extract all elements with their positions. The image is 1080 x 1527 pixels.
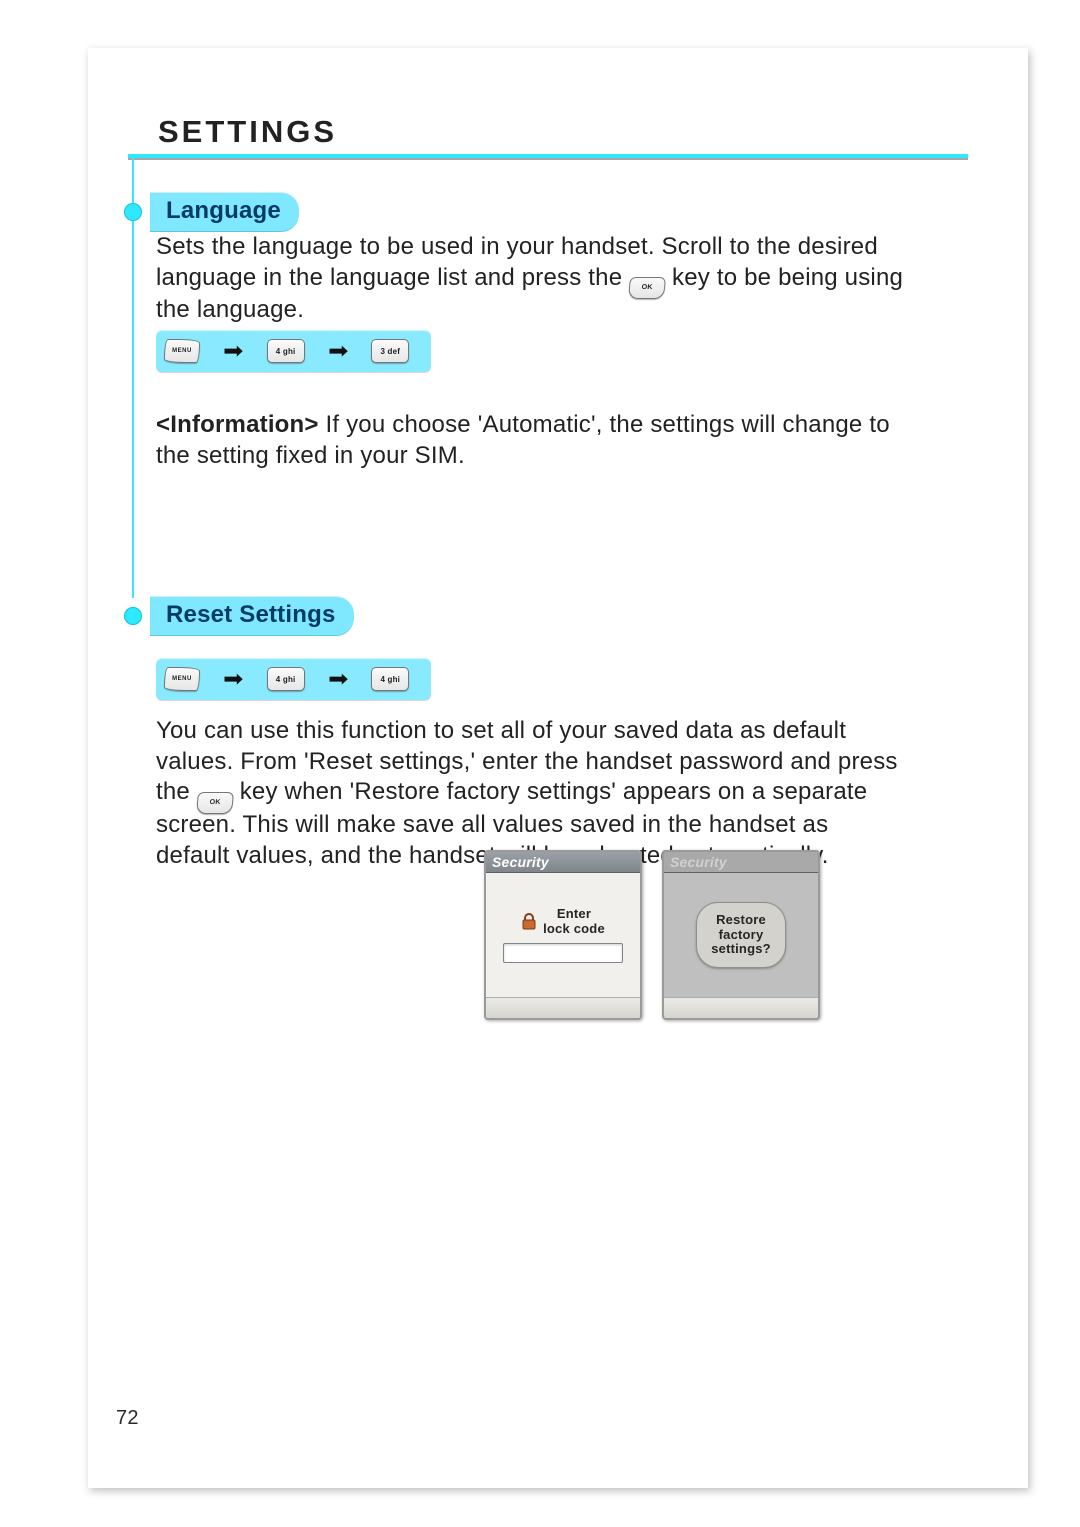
- manual-page: SETTINGS Language Sets the language to b…: [88, 48, 1028, 1488]
- language-info: <Information> If you choose 'Automatic',…: [156, 410, 908, 471]
- section-heading-label: Language: [150, 192, 299, 232]
- section-heading-reset: Reset Settings: [124, 596, 354, 636]
- phone-title: Security: [486, 852, 640, 873]
- key-label: 4 ghi: [276, 675, 296, 684]
- key-label: 4 ghi: [276, 347, 296, 356]
- text: Restore: [716, 912, 766, 927]
- section-heading-language: Language: [124, 192, 299, 232]
- digit-key-icon: 4 ghi: [267, 667, 305, 691]
- key-sequence-reset: MENU ➡ 4 ghi ➡ 4 ghi: [156, 658, 431, 700]
- phone-body: Restore factory settings?: [664, 873, 818, 997]
- menu-key-icon: MENU: [164, 667, 200, 691]
- key-label: MENU: [172, 348, 192, 354]
- lock-code-input[interactable]: [503, 943, 623, 963]
- language-body: Sets the language to be used in your han…: [156, 232, 908, 326]
- digit-key-icon: 4 ghi: [267, 339, 305, 363]
- text: lock code: [543, 921, 605, 936]
- phone-screenshots: Security Enter lock code: [484, 850, 820, 1020]
- phone-softkey-bar: [486, 997, 640, 1018]
- digit-key-icon: 3 def: [371, 339, 409, 363]
- phone-softkey-bar: [664, 997, 818, 1018]
- phone-screenshot-confirm-restore: Security Restore factory settings?: [662, 850, 820, 1020]
- key-label: 3 def: [380, 347, 400, 356]
- ok-key-icon: OK: [629, 277, 665, 299]
- info-label: <Information>: [156, 411, 319, 438]
- menu-key-icon: MENU: [164, 339, 200, 363]
- header-rule: [128, 154, 968, 158]
- digit-key-icon: 4 ghi: [371, 667, 409, 691]
- bullet-icon: [124, 607, 142, 625]
- phone-body: Enter lock code: [486, 873, 640, 997]
- key-sequence-language: MENU ➡ 4 ghi ➡ 3 def: [156, 330, 431, 372]
- arrow-right-icon: ➡: [328, 666, 349, 692]
- text: settings?: [711, 941, 771, 956]
- text: Enter: [557, 906, 591, 921]
- page-title: SETTINGS: [158, 114, 337, 150]
- bullet-icon: [124, 203, 142, 221]
- enter-lock-code-label: Enter lock code: [521, 907, 605, 937]
- arrow-right-icon: ➡: [223, 338, 244, 364]
- phone-screenshot-enter-lock-code: Security Enter lock code: [484, 850, 642, 1020]
- reset-body: You can use this function to set all of …: [156, 716, 908, 871]
- ok-key-label: OK: [641, 284, 653, 293]
- key-label: MENU: [172, 676, 192, 682]
- arrow-right-icon: ➡: [223, 666, 244, 692]
- lock-icon: [521, 913, 537, 931]
- page-number: 72: [116, 1407, 139, 1430]
- key-label: 4 ghi: [380, 675, 400, 684]
- ok-key-label: OK: [209, 798, 221, 807]
- arrow-right-icon: ➡: [328, 338, 349, 364]
- section-heading-label: Reset Settings: [150, 596, 354, 636]
- ok-key-icon: OK: [197, 792, 233, 814]
- restore-confirm-dialog: Restore factory settings?: [696, 902, 786, 969]
- text: factory: [719, 927, 764, 942]
- phone-title: Security: [664, 852, 818, 873]
